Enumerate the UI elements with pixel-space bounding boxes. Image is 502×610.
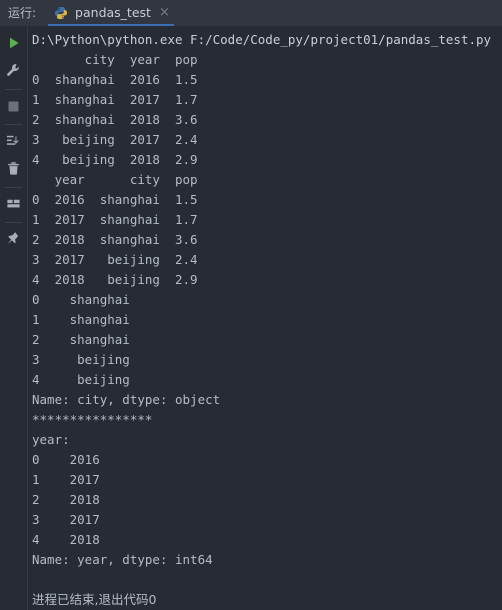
run-tool-window-header: 运行: pandas_test × xyxy=(0,0,502,26)
stop-button[interactable] xyxy=(0,93,27,121)
console-line: year: xyxy=(32,432,70,447)
settings-button[interactable] xyxy=(0,58,27,86)
console-line: 0 2016 xyxy=(32,452,100,467)
tab-pandas-test[interactable]: pandas_test × xyxy=(46,0,176,26)
run-tool-window: 运行: pandas_test × D:\Python\python.exe F… xyxy=(0,0,502,610)
console-line: 2 shanghai xyxy=(32,332,130,347)
console-line: 0 shanghai xyxy=(32,292,130,307)
run-window-label: 运行: xyxy=(8,6,37,20)
console-line: 3 beijing 2017 2.4 xyxy=(32,132,198,147)
console-line: year city pop xyxy=(32,172,198,187)
console-line: 3 beijing xyxy=(32,352,130,367)
layout-icon xyxy=(6,196,21,215)
console-line: 4 beijing 2018 2.9 xyxy=(32,152,198,167)
toolbar-divider xyxy=(5,222,22,223)
console-line: Name: year, dtype: int64 xyxy=(32,552,213,567)
console-line: 4 2018 beijing 2.9 xyxy=(32,272,198,287)
close-icon[interactable]: × xyxy=(159,0,170,26)
tab-title: pandas_test xyxy=(75,5,151,20)
clear-all-button[interactable] xyxy=(0,156,27,184)
console-line: 4 2018 xyxy=(32,532,100,547)
play-icon xyxy=(7,35,21,54)
trash-icon xyxy=(6,161,21,180)
console-line: Name: city, dtype: object xyxy=(32,392,221,407)
rerun-button[interactable] xyxy=(0,30,27,58)
console-line: city year pop xyxy=(32,52,198,67)
console-line: 2 2018 shanghai 3.6 xyxy=(32,232,198,247)
console-output[interactable]: D:\Python\python.exe F:/Code/Code_py/pro… xyxy=(27,26,502,610)
console-line: 0 2016 shanghai 1.5 xyxy=(32,192,198,207)
python-icon xyxy=(54,6,75,20)
console-line: 1 shanghai 2017 1.7 xyxy=(32,92,198,107)
pin-icon xyxy=(6,231,21,250)
console-line: 3 2017 beijing 2.4 xyxy=(32,252,198,267)
console-lines: D:\Python\python.exe F:/Code/Code_py/pro… xyxy=(32,30,502,610)
console-line: 2 shanghai 2018 3.6 xyxy=(32,112,198,127)
console-line: D:\Python\python.exe F:/Code/Code_py/pro… xyxy=(32,32,492,47)
console-line: 1 2017 xyxy=(32,472,100,487)
console-line: 3 2017 xyxy=(32,512,100,527)
run-toolbar xyxy=(0,26,27,610)
console-line: **************** xyxy=(32,412,153,427)
wrap-lines-icon xyxy=(6,133,21,152)
console-line: 1 2017 shanghai 1.7 xyxy=(32,212,198,227)
toolbar-divider xyxy=(5,124,22,125)
pin-tab-button[interactable] xyxy=(0,226,27,254)
layout-button[interactable] xyxy=(0,191,27,219)
console-line: 1 shanghai xyxy=(32,312,130,327)
toolbar-divider xyxy=(5,187,22,188)
console-line: 2 2018 xyxy=(32,492,100,507)
wrench-icon xyxy=(6,63,21,82)
stop-square-icon xyxy=(7,98,20,117)
toolbar-divider xyxy=(5,89,22,90)
console-line: 0 shanghai 2016 1.5 xyxy=(32,72,198,87)
console-line: 4 beijing xyxy=(32,372,130,387)
soft-wrap-button[interactable] xyxy=(0,128,27,156)
console-line: 进程已结束,退出代码0 xyxy=(32,592,157,607)
